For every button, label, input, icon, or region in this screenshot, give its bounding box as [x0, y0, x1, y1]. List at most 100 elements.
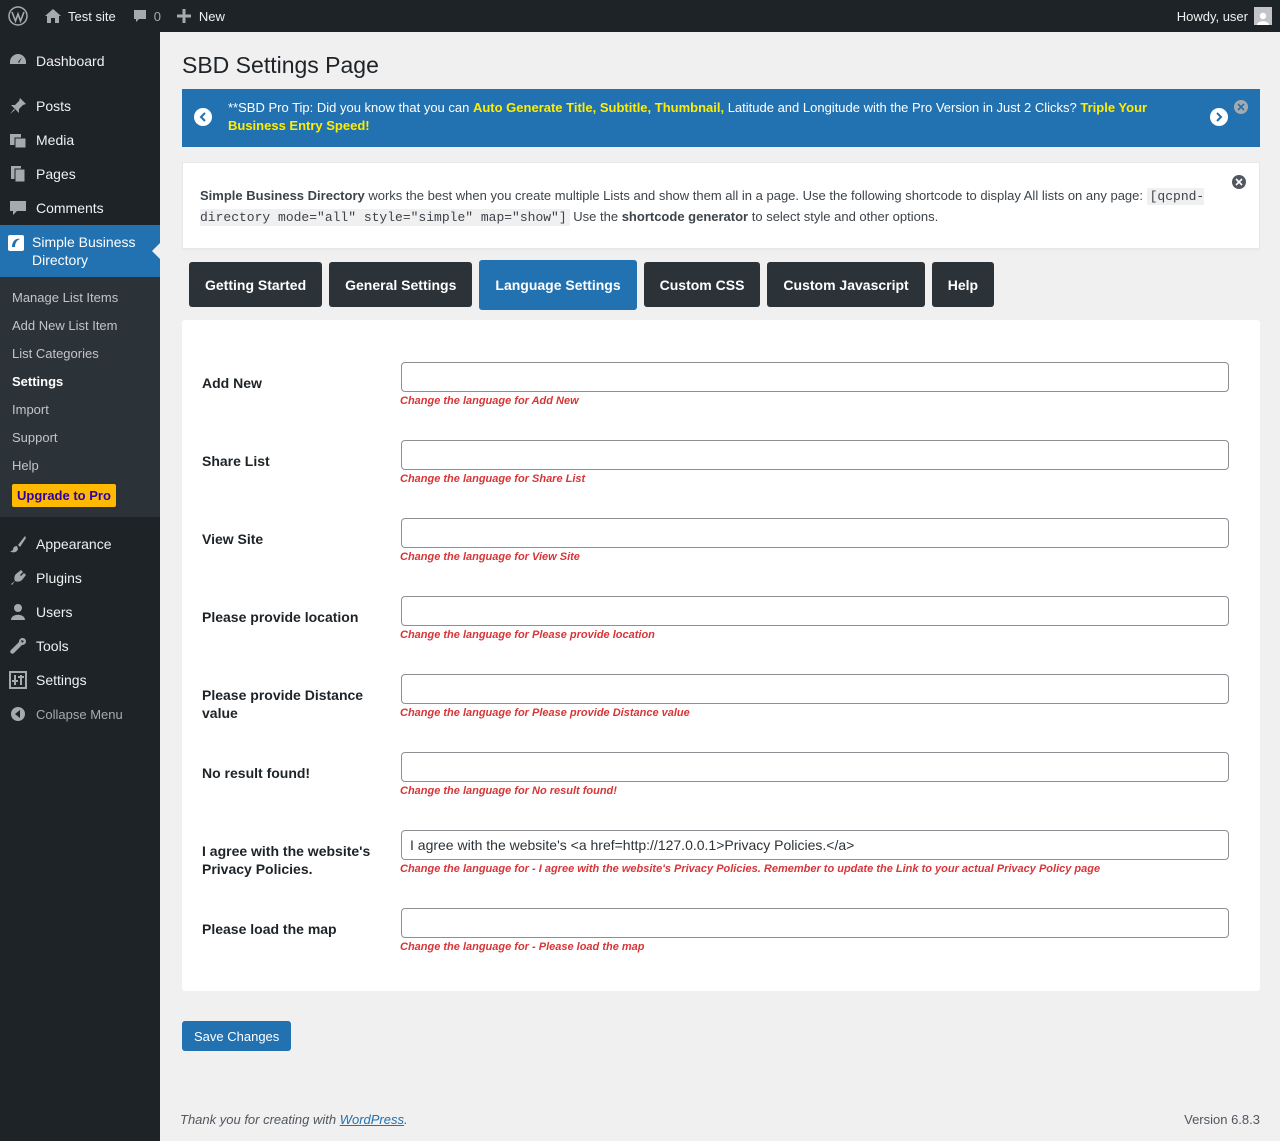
- field-label: Please provide Distance value: [202, 687, 364, 721]
- collapse-label: Collapse Menu: [36, 706, 123, 722]
- provide-distance-input[interactable]: [401, 674, 1229, 704]
- submenu: Manage List Items Add New List Item List…: [0, 277, 160, 517]
- menu-label: Appearance: [36, 536, 112, 552]
- privacy-policy-input[interactable]: [401, 830, 1229, 860]
- submenu-add-new-list-item[interactable]: Add New List Item: [0, 311, 160, 339]
- menu-label: Posts: [36, 98, 72, 114]
- add-new-input[interactable]: [401, 362, 1229, 392]
- footer-version: Version 6.8.3: [1184, 1112, 1260, 1127]
- submenu-help[interactable]: Help: [0, 451, 160, 479]
- tab-getting-started[interactable]: Getting Started: [189, 262, 323, 307]
- menu-label: Comments: [36, 200, 104, 216]
- pro-tip-banner: **SBD Pro Tip: Did you know that you can…: [182, 89, 1260, 147]
- submenu-support[interactable]: Support: [0, 423, 160, 451]
- admin-bar: Test site 0 New Howdy, user: [0, 0, 1280, 32]
- field-label: Please load the map: [202, 921, 337, 937]
- notice-text-3: to select style and other options.: [748, 209, 939, 224]
- wrench-icon: [8, 636, 28, 656]
- field-row: View Site Change the language for View S…: [202, 518, 1232, 588]
- home-icon: [44, 8, 62, 24]
- new-label: New: [198, 8, 225, 24]
- field-row: Please provide Distance value Change the…: [202, 674, 1232, 744]
- field-hint: Change the language for Share List: [400, 473, 586, 485]
- shortcode-generator-link[interactable]: shortcode generator: [622, 209, 748, 224]
- field-row: I agree with the website's Privacy Polic…: [202, 830, 1232, 900]
- submenu-list-categories[interactable]: List Categories: [0, 339, 160, 367]
- submenu-manage-list-items[interactable]: Manage List Items: [0, 283, 160, 311]
- upgrade-to-pro-link[interactable]: Upgrade to Pro: [12, 483, 116, 507]
- sliders-icon: [8, 670, 28, 690]
- tab-custom-css[interactable]: Custom CSS: [643, 262, 761, 307]
- field-row: Add New Change the language for Add New: [202, 362, 1232, 432]
- notice-text: Simple Business Directory works the best…: [200, 186, 1220, 228]
- dismiss-icon[interactable]: [1232, 175, 1246, 189]
- plugin-icon: [8, 568, 28, 588]
- menu-simple-business-directory[interactable]: Simple Business Directory: [0, 225, 160, 277]
- tab-custom-javascript[interactable]: Custom Javascript: [767, 262, 925, 307]
- page-title: SBD Settings Page: [182, 52, 379, 78]
- menu-posts[interactable]: Posts: [0, 89, 160, 123]
- footer-thanks-suffix: .: [404, 1112, 408, 1127]
- field-hint: Change the language for View Site: [400, 551, 580, 563]
- collapse-menu-button[interactable]: Collapse Menu: [0, 697, 160, 731]
- tab-general-settings[interactable]: General Settings: [329, 262, 473, 307]
- site-name-link[interactable]: Test site: [36, 0, 124, 32]
- submenu-import[interactable]: Import: [0, 395, 160, 423]
- notice-plugin-name: Simple Business Directory: [200, 188, 365, 203]
- pro-tip-prefix: **SBD Pro Tip: Did you know that you can: [228, 100, 473, 115]
- comments-link[interactable]: 0: [124, 0, 169, 32]
- wordpress-link[interactable]: WordPress: [340, 1112, 404, 1127]
- menu-comments[interactable]: Comments: [0, 191, 160, 225]
- field-label: Share List: [202, 453, 270, 469]
- menu-media[interactable]: Media: [0, 123, 160, 157]
- load-map-input[interactable]: [401, 908, 1229, 938]
- menu-label: Media: [36, 132, 75, 148]
- field-row: Please provide location Change the langu…: [202, 596, 1232, 666]
- upgrade-row: Upgrade to Pro: [0, 479, 160, 511]
- field-row: Share List Change the language for Share…: [202, 440, 1232, 510]
- my-account-link[interactable]: Howdy, user: [1169, 0, 1280, 32]
- comment-count: 0: [153, 8, 161, 24]
- menu-appearance[interactable]: Appearance: [0, 527, 160, 561]
- wordpress-logo-icon[interactable]: [0, 0, 36, 32]
- menu-dashboard[interactable]: Dashboard: [0, 44, 160, 78]
- menu-plugins[interactable]: Plugins: [0, 561, 160, 595]
- users-icon: [8, 602, 28, 622]
- menu-tools[interactable]: Tools: [0, 629, 160, 663]
- tab-help[interactable]: Help: [931, 262, 995, 307]
- menu-users[interactable]: Users: [0, 595, 160, 629]
- tab-language-settings[interactable]: Language Settings: [479, 260, 637, 310]
- field-row: Please load the map Change the language …: [202, 908, 1232, 978]
- pages-icon: [8, 164, 28, 184]
- menu-label: Settings: [36, 672, 87, 688]
- menu-label: Dashboard: [36, 53, 105, 69]
- close-icon[interactable]: [1234, 100, 1248, 114]
- new-content-link[interactable]: New: [169, 0, 233, 32]
- submenu-settings[interactable]: Settings: [0, 367, 160, 395]
- view-site-input[interactable]: [401, 518, 1229, 548]
- brush-icon: [8, 534, 28, 554]
- footer-thanks-prefix: Thank you for creating with: [180, 1112, 340, 1127]
- field-label: No result found!: [202, 765, 311, 781]
- provide-location-input[interactable]: [401, 596, 1229, 626]
- notice-text-1: works the best when you create multiple …: [364, 188, 1147, 203]
- admin-sidebar: Dashboard Posts Media Pages Comments Sim…: [0, 32, 160, 1141]
- field-label: Please provide location: [202, 609, 359, 625]
- comment-icon: [8, 198, 28, 218]
- greeting: Howdy, user: [1176, 8, 1248, 24]
- save-changes-button[interactable]: Save Changes: [182, 1021, 292, 1051]
- next-arrow-icon[interactable]: [1210, 108, 1228, 126]
- menu-pages[interactable]: Pages: [0, 157, 160, 191]
- pro-tip-middle: Latitude and Longitude with the Pro Vers…: [724, 100, 1081, 115]
- settings-tabs: Getting Started General Settings Languag…: [189, 260, 1001, 310]
- menu-settings[interactable]: Settings: [0, 663, 160, 697]
- field-hint: Change the language for Please provide l…: [400, 629, 655, 641]
- share-list-input[interactable]: [401, 440, 1229, 470]
- no-result-input[interactable]: [401, 752, 1229, 782]
- field-label: View Site: [202, 531, 264, 547]
- field-row: No result found! Change the language for…: [202, 752, 1232, 822]
- plus-icon: [176, 9, 191, 23]
- pro-tip-text: **SBD Pro Tip: Did you know that you can…: [228, 99, 1168, 135]
- previous-arrow-icon[interactable]: [194, 108, 212, 126]
- field-hint: Change the language for Please provide D…: [400, 707, 690, 719]
